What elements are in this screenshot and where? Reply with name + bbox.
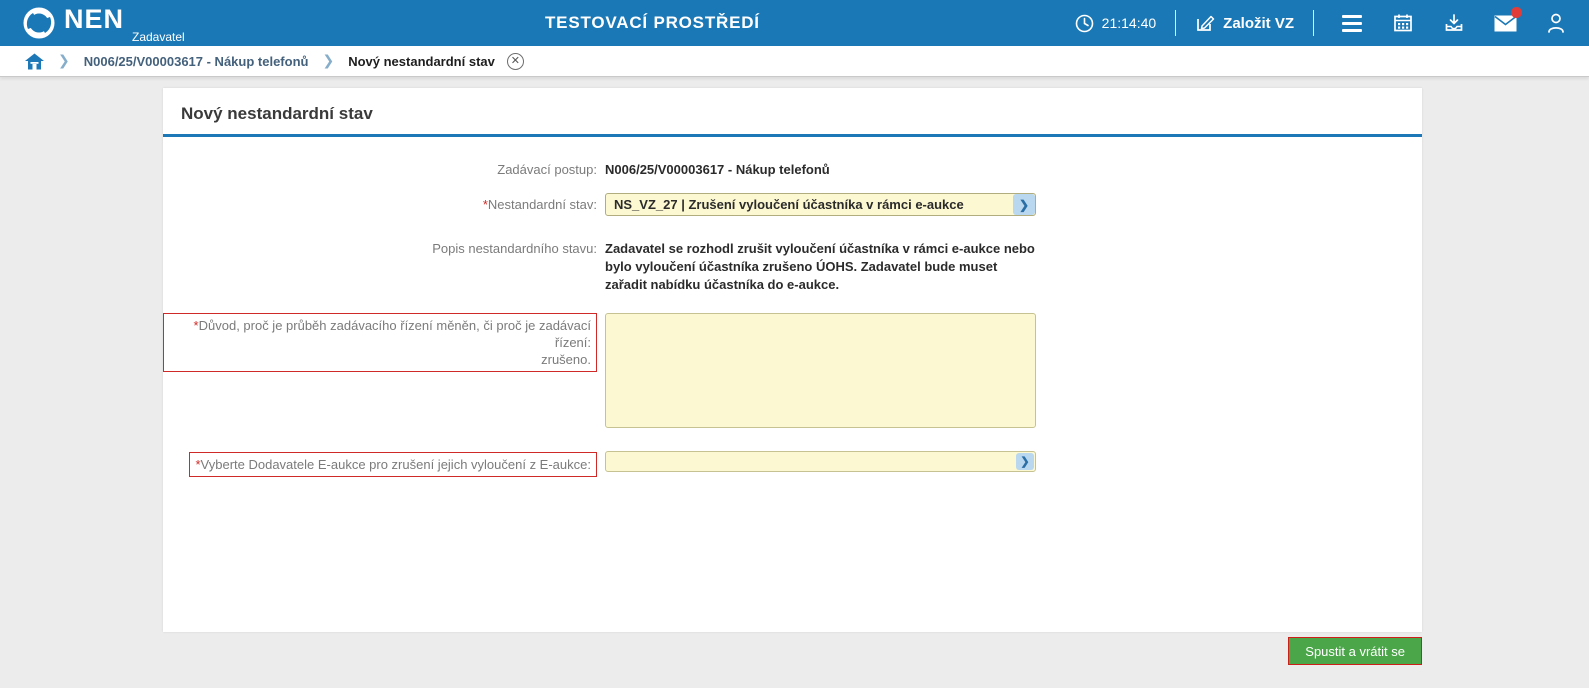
breadcrumb: ❯ N006/25/V00003617 - Nákup telefonů ❯ N… [0,46,1589,77]
field-row-duvod: *Důvod, proč je průběh zadávacího řízení… [163,313,1422,433]
logo-subtitle: Zadavatel [132,30,185,44]
nen-logo-icon [23,7,55,39]
header-controls: 21:14:40 Založit VZ [1075,0,1575,46]
submit-and-return-button[interactable]: Spustit a vrátit se [1288,637,1422,665]
field-row-nestandardni-stav: *Nestandardní stav: NS_VZ_27 | Zrušení v… [163,193,1422,216]
chevron-right-icon[interactable]: ❯ [1016,453,1034,470]
menu-button[interactable] [1340,11,1364,35]
messages-button[interactable] [1493,7,1522,35]
hamburger-icon [1342,14,1362,32]
close-tab-icon[interactable]: ✕ [506,52,524,70]
app-header: NEN Zadavatel TESTOVACÍ PROSTŘEDÍ 21:14:… [0,0,1589,46]
form-body: Zadávací postup: N006/25/V00003617 - Nák… [163,137,1422,477]
breadcrumb-separator: ❯ [322,53,335,69]
footer-actions: Spustit a vrátit se [163,632,1422,665]
breadcrumb-item-current: Nový nestandardní stav [348,53,495,69]
page-title: Nový nestandardní stav [181,104,373,123]
popis-value: Zadavatel se rozhodl zrušit vyloučení úč… [605,241,1035,292]
field-row-popis: Popis nestandardního stavu: Zadavatel se… [163,240,1422,294]
person-icon [1548,13,1564,33]
edit-icon [1197,15,1215,31]
chevron-down-icon[interactable]: ❯ [1013,194,1035,215]
server-time: 21:14:40 [1101,15,1157,31]
field-row-zadavaci-postup: Zadávací postup: N006/25/V00003617 - Nák… [163,159,1422,179]
duvod-label: Důvod, proč je průběh zadávacího řízení … [198,318,591,367]
create-vz-label: Založit VZ [1223,14,1294,32]
calendar-button[interactable] [1391,11,1415,35]
zadavaci-postup-label: Zadávací postup: [497,162,597,177]
field-row-dodavatele: *Vyberte Dodavatele E-aukce pro zrušení … [163,451,1422,477]
dodavatele-input[interactable] [606,452,1016,471]
form-panel: Nový nestandardní stav Zadávací postup: … [163,88,1422,632]
environment-title: TESTOVACÍ PROSTŘEDÍ [545,13,760,32]
duvod-textarea[interactable] [605,313,1036,428]
download-tray-icon [1445,14,1463,31]
user-profile-button[interactable] [1544,11,1568,35]
dodavatele-label: Vyberte Dodavatele E-aukce pro zrušení j… [200,457,591,472]
home-icon[interactable] [25,53,44,70]
duvod-label-box: *Důvod, proč je průběh zadávacího řízení… [163,313,597,372]
divider [1175,10,1177,36]
popis-label: Popis nestandardního stavu: [432,241,597,256]
page-content: Nový nestandardní stav Zadávací postup: … [0,77,1589,688]
nen-logo[interactable]: NEN Zadavatel [22,4,185,44]
dodavatele-label-box: *Vyberte Dodavatele E-aukce pro zrušení … [189,452,597,477]
inbox-download-button[interactable] [1442,11,1466,35]
nestandardni-stav-select[interactable]: NS_VZ_27 | Zrušení vyloučení účastníka v… [605,193,1036,216]
divider [1313,10,1314,36]
calendar-icon [1394,14,1412,32]
notification-badge [1511,7,1522,18]
breadcrumb-item-procedure[interactable]: N006/25/V00003617 - Nákup telefonů [84,54,309,69]
zadavaci-postup-value: N006/25/V00003617 - Nákup telefonů [605,162,830,177]
nestandardni-stav-label: *Nestandardní stav: [482,197,597,212]
dodavatele-lookup-field[interactable]: ❯ [605,451,1036,472]
create-vz-button[interactable]: Založit VZ [1195,13,1294,33]
panel-title-row: Nový nestandardní stav [163,88,1422,137]
logo-text: NEN [64,4,125,34]
clock-group: 21:14:40 [1075,14,1157,33]
clock-icon [1075,14,1093,32]
breadcrumb-separator: ❯ [58,53,70,69]
nestandardni-stav-selected-value: NS_VZ_27 | Zrušení vyloučení účastníka v… [614,197,964,212]
